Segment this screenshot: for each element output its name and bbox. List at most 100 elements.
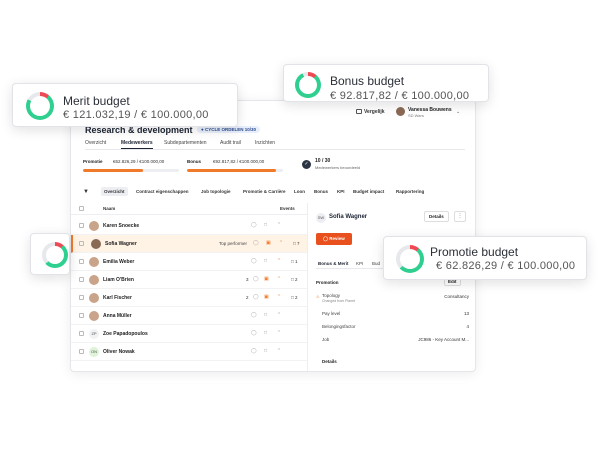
tag-icon: ◯ [253, 276, 259, 282]
table-row[interactable]: Emilia Weber ◯ □ ⌃ □ 1 [71, 253, 307, 271]
merit-budget-ring [26, 92, 54, 120]
card-title: Promotie budget [430, 245, 519, 259]
bonus-budget-ring [295, 72, 321, 98]
filter-chip[interactable]: Budget impact [350, 187, 387, 196]
filter-chip[interactable]: Contract eigenschappen [133, 187, 192, 196]
filter-bar: ▼ Overzicht Contract eigenschappen Job t… [71, 185, 475, 199]
tab-inzichten[interactable]: Inzichten [255, 140, 275, 146]
field-label: Job [322, 337, 330, 342]
row-checkbox[interactable] [79, 241, 84, 246]
table-row[interactable]: Karl Fischer 2 ◯ ▣ ⌃ □ 2 [71, 289, 307, 307]
tag-icon: ◯ [251, 348, 257, 354]
promotie-value: €62.826,29 / €100.000,00 [113, 159, 165, 164]
promotie-budget-ring [396, 245, 424, 273]
avatar: ZP [89, 329, 99, 339]
review-label: Review [329, 236, 345, 241]
filter-chip[interactable]: Rapportering [393, 187, 427, 196]
card-title: Merit budget [63, 94, 130, 108]
card-value: € 121.032,19 / € 100.000,00 [63, 109, 209, 121]
compare-button[interactable]: Vergelijk [356, 109, 385, 115]
tag-icon: ◯ [251, 258, 257, 264]
avatar [89, 221, 99, 231]
calendar-icon: □ [264, 312, 268, 318]
table-row[interactable]: Liam O'Brien 3 ◯ ▣ ⌃ □ 2 [71, 271, 307, 289]
tag-count: 2 [246, 295, 249, 300]
filter-chip[interactable]: Bonus [311, 187, 331, 196]
compare-label: Vergelijk [364, 109, 385, 115]
tab-overzicht[interactable]: Overzicht [85, 140, 106, 146]
ring-center [400, 249, 420, 269]
details-section-title: Details [322, 359, 337, 364]
chevron-icon: ⌃ [277, 330, 282, 336]
field-label: Pay level [322, 311, 341, 316]
avatar: SW [316, 213, 326, 223]
tag-icon: ◯ [251, 222, 257, 228]
tag-icon: ◯ [253, 294, 259, 300]
row-checkbox[interactable] [79, 349, 84, 354]
compare-icon [356, 109, 362, 114]
employee-name: Oliver Nowak [103, 349, 135, 355]
filter-chip[interactable]: KPI [334, 187, 348, 196]
row-checkbox[interactable] [79, 223, 84, 228]
row-checkbox[interactable] [79, 331, 84, 336]
tab-kpi[interactable]: KPI [356, 261, 363, 266]
filter-chip[interactable]: Promotie & Carrière [240, 187, 289, 196]
table-row[interactable]: Karen Snoecke ◯ □ ⌃ [71, 217, 307, 235]
filter-chip[interactable]: Overzicht [101, 187, 128, 196]
chevron-icon: ⌃ [279, 240, 284, 246]
collapsed-budget-card [30, 233, 70, 275]
tab-budget[interactable]: Bud [372, 261, 380, 266]
card-value: € 92.817,82 / € 100.000,00 [330, 90, 470, 102]
filter-chip[interactable]: Loon [291, 187, 308, 196]
employees-icon: ✓ [302, 160, 311, 169]
user-role: SD Wars [408, 113, 424, 118]
review-button[interactable]: ◯ Review [316, 233, 352, 245]
avatar[interactable] [396, 107, 405, 116]
comment-count: □ 7 [293, 241, 300, 246]
table-row[interactable]: Sofia Wagner Top performer ◯ ▣ ⌃ □ 7 [71, 235, 307, 253]
filter-chip[interactable]: Job topologie [198, 187, 234, 196]
chevron-icon: ⌃ [277, 222, 282, 228]
promotie-progress [83, 169, 179, 172]
tab-bonus-merit[interactable]: Bonus & Merit [318, 261, 349, 266]
ring-center [30, 96, 50, 116]
chevron-icon: ⌃ [277, 294, 282, 300]
field-value: JC986 - Key Account M... [418, 337, 469, 342]
chevron-down-icon[interactable]: ⌄ [456, 109, 460, 115]
avatar: ON [89, 347, 99, 357]
tab-medewerkers[interactable]: Medewerkers [121, 140, 153, 149]
row-checkbox[interactable] [79, 277, 84, 282]
avatar [89, 293, 99, 303]
avatar [89, 275, 99, 285]
comment-count: □ 1 [291, 259, 298, 264]
table-row[interactable]: ZP Zoe Papadopoulos ◯ □ ⌃ [71, 325, 307, 343]
column-header-name[interactable]: Naam [103, 206, 115, 211]
tab-subdepartementen[interactable]: Subdepartementen [164, 140, 207, 146]
table-row[interactable]: ON Oliver Nowak ◯ □ ⌃ [71, 343, 307, 361]
more-options-button[interactable]: ⋮ [454, 211, 466, 222]
tab-audit-trail[interactable]: Audit trail [220, 140, 241, 146]
calendar-icon: ▣ [264, 276, 269, 282]
chevron-icon: ⌃ [277, 312, 282, 318]
filter-icon[interactable]: ▼ [83, 189, 89, 195]
table-row[interactable]: Anna Müller ◯ □ ⌃ [71, 307, 307, 325]
select-all-checkbox[interactable] [79, 206, 84, 211]
collapsed-budget-ring [42, 242, 68, 268]
ring-center [46, 246, 64, 264]
calendar-icon: □ [264, 222, 268, 228]
promotie-budget-card: Promotie budget € 62.826,29 / € 100.000,… [383, 236, 587, 280]
promotie-label: Promotie [83, 159, 103, 164]
calendar-icon: ▣ [266, 240, 271, 246]
card-title: Bonus budget [330, 74, 405, 88]
chevron-icon: ⌃ [277, 276, 282, 282]
chevron-icon: ⌃ [277, 348, 282, 354]
card-value: € 62.826,29 / € 100.000,00 [436, 260, 576, 272]
row-checkbox[interactable] [79, 259, 84, 264]
bonus-progress [187, 169, 283, 172]
details-button[interactable]: Details [424, 211, 449, 222]
row-checkbox[interactable] [79, 295, 84, 300]
employee-name: Karl Fischer [103, 295, 132, 301]
field-label: Belongingsfactor [322, 324, 356, 329]
row-checkbox[interactable] [79, 313, 84, 318]
field-label: Topology [322, 293, 341, 298]
